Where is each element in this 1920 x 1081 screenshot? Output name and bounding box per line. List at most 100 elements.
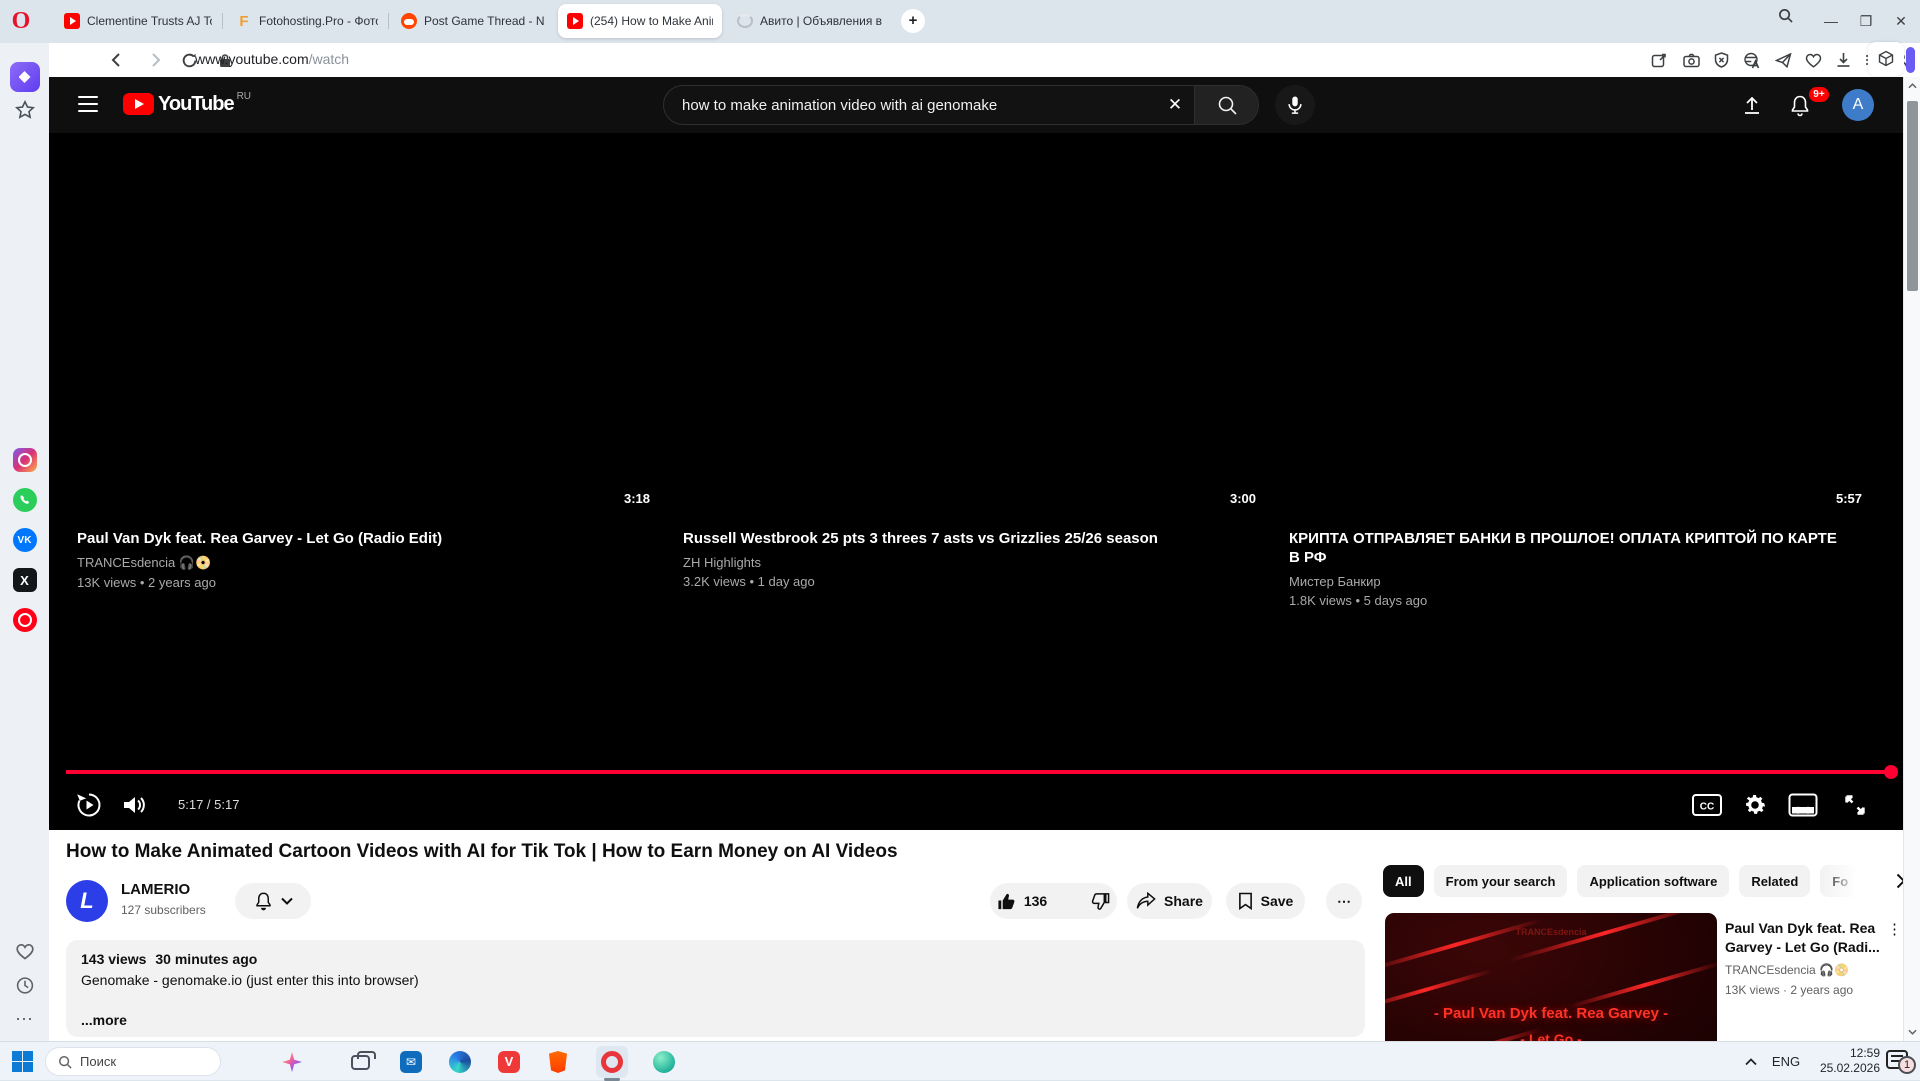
- subscribed-bell-button[interactable]: [235, 883, 311, 919]
- taskbar-search[interactable]: Поиск: [45, 1047, 221, 1076]
- endscreen-title[interactable]: КРИПТА ОТПРАВЛЯЕТ БАНКИ В ПРОШЛОЕ! ОПЛАТ…: [1289, 529, 1849, 567]
- cube-extension-icon[interactable]: [1868, 42, 1904, 76]
- close-button[interactable]: ✕: [1888, 8, 1914, 34]
- copilot-icon[interactable]: [280, 1050, 304, 1074]
- account-avatar[interactable]: A: [1842, 89, 1874, 121]
- x-icon[interactable]: X: [13, 568, 37, 592]
- vk-icon[interactable]: VK: [13, 528, 37, 552]
- chip-all[interactable]: All: [1383, 865, 1424, 897]
- maximize-button[interactable]: ❒: [1853, 8, 1879, 34]
- new-tab-button[interactable]: +: [901, 9, 925, 33]
- endscreen-thumbnail[interactable]: 3:00: [683, 186, 1268, 515]
- clear-search-icon[interactable]: ✕: [1156, 86, 1194, 124]
- tab-1[interactable]: Clementine Trusts AJ To M: [55, 4, 221, 38]
- tab-3[interactable]: Post Game Thread - NBA:: [392, 4, 554, 38]
- endscreen-thumbnail[interactable]: 5:57: [1289, 186, 1874, 515]
- notifications-bell-icon[interactable]: [1789, 94, 1811, 117]
- chip-related[interactable]: Related: [1739, 865, 1810, 897]
- like-button[interactable]: 136: [983, 883, 1061, 919]
- endscreen-title[interactable]: Russell Westbrook 25 pts 3 threes 7 asts…: [683, 529, 1243, 548]
- dislike-button[interactable]: [1077, 883, 1124, 919]
- url-text[interactable]: www.youtube.com/watch: [195, 51, 349, 67]
- sidebar-panel-indicator[interactable]: [1906, 47, 1915, 73]
- edit-icon[interactable]: [1647, 48, 1671, 72]
- fullscreen-icon[interactable]: [1835, 785, 1875, 825]
- chip-application-software[interactable]: Application software: [1577, 865, 1729, 897]
- camera-icon[interactable]: [1679, 48, 1703, 72]
- tab-2[interactable]: F Fotohosting.Pro - Фотохо: [227, 4, 387, 38]
- home-icon[interactable]: [10, 62, 40, 92]
- back-icon[interactable]: [105, 48, 129, 72]
- download-icon[interactable]: [1831, 48, 1855, 72]
- tab-5[interactable]: Авито | Объявления в Са: [728, 4, 894, 38]
- mic-icon[interactable]: [1275, 85, 1315, 125]
- related-video-menu-icon[interactable]: ⋮: [1887, 920, 1903, 938]
- whatsapp-icon[interactable]: [13, 488, 37, 512]
- chip-from-your-search[interactable]: From your search: [1434, 865, 1568, 897]
- endscreen-channel[interactable]: Мистер Банкир: [1289, 574, 1874, 589]
- brave-icon[interactable]: [546, 1050, 570, 1074]
- shield-x-icon[interactable]: [1709, 48, 1733, 72]
- url-host: www.youtube.com: [195, 51, 309, 67]
- translate-icon[interactable]: [1739, 48, 1763, 72]
- save-button[interactable]: Save: [1226, 883, 1305, 919]
- more-actions-button[interactable]: ⋯: [1326, 883, 1362, 919]
- endscreen-card-3[interactable]: 5:57 КРИПТА ОТПРАВЛЯЕТ БАНКИ В ПРОШЛОЕ! …: [1289, 186, 1874, 608]
- minimize-button[interactable]: —: [1818, 8, 1844, 34]
- vivaldi-icon[interactable]: V: [497, 1050, 521, 1074]
- heart-icon[interactable]: [1801, 48, 1825, 72]
- hamburger-menu-icon[interactable]: [78, 96, 98, 112]
- scrubber-dot[interactable]: [1884, 765, 1898, 779]
- youtube-music-icon[interactable]: [13, 608, 37, 632]
- progress-bar[interactable]: [66, 770, 1892, 774]
- scroll-up-icon[interactable]: [1904, 77, 1920, 95]
- chips-next-arrow-icon[interactable]: [1887, 867, 1903, 895]
- outlook-icon[interactable]: ✉: [399, 1050, 423, 1074]
- star-icon[interactable]: [15, 100, 35, 120]
- instagram-icon[interactable]: [13, 448, 37, 472]
- youtube-logo[interactable]: YouTube RU: [123, 93, 251, 116]
- related-video-title[interactable]: Paul Van Dyk feat. Rea Garvey - Let Go (…: [1725, 919, 1883, 957]
- start-button[interactable]: [12, 1051, 33, 1072]
- subtitles-cc-button[interactable]: CC: [1687, 785, 1727, 825]
- miniplayer-icon[interactable]: ><: [1783, 785, 1823, 825]
- more-icon[interactable]: ⋯: [15, 1009, 34, 1030]
- endscreen-card-2[interactable]: 3:00 Russell Westbrook 25 pts 3 threes 7…: [683, 186, 1268, 589]
- description-box[interactable]: 143 views 30 minutes ago Genomake - geno…: [66, 940, 1365, 1037]
- volume-icon[interactable]: [117, 785, 153, 825]
- opera-taskbar-icon[interactable]: [600, 1050, 624, 1074]
- show-more-link[interactable]: ...more: [81, 1012, 127, 1028]
- task-view-icon[interactable]: [348, 1050, 372, 1074]
- forward-icon[interactable]: [143, 48, 167, 72]
- upload-icon[interactable]: [1741, 94, 1763, 116]
- related-video-channel[interactable]: TRANCEsdencia 🎧📀: [1725, 963, 1885, 977]
- edge-icon[interactable]: [448, 1050, 472, 1074]
- scrollbar-thumb[interactable]: [1907, 101, 1918, 291]
- endscreen-card-1[interactable]: 3:18 Paul Van Dyk feat. Rea Garvey - Let…: [77, 186, 662, 590]
- teal-app-icon[interactable]: [652, 1050, 676, 1074]
- send-icon[interactable]: [1771, 48, 1795, 72]
- window-search-icon[interactable]: [1778, 8, 1804, 34]
- search-input[interactable]: [664, 97, 1156, 114]
- taskbar-clock[interactable]: 12:59 25.02.2026: [1804, 1046, 1880, 1076]
- opera-menu-button[interactable]: O: [8, 8, 34, 34]
- scroll-down-icon[interactable]: [1904, 1023, 1920, 1041]
- channel-name[interactable]: LAMERIO: [121, 881, 190, 898]
- favorites-heart-icon[interactable]: [15, 943, 34, 960]
- page-scrollbar[interactable]: [1903, 77, 1920, 1041]
- endscreen-title[interactable]: Paul Van Dyk feat. Rea Garvey - Let Go (…: [77, 529, 637, 548]
- search-button[interactable]: [1194, 86, 1258, 124]
- settings-gear-icon[interactable]: [1735, 785, 1775, 825]
- history-icon[interactable]: [15, 976, 34, 995]
- channel-avatar[interactable]: L: [66, 880, 108, 922]
- language-indicator[interactable]: ENG: [1768, 1042, 1804, 1081]
- replay-button[interactable]: [71, 785, 107, 825]
- endscreen-thumbnail[interactable]: 3:18: [77, 186, 662, 515]
- endscreen-channel[interactable]: ZH Highlights: [683, 555, 1268, 570]
- share-button[interactable]: Share: [1127, 883, 1212, 919]
- related-video-thumbnail[interactable]: TRANCEsdencia - Paul Van Dyk feat. Rea G…: [1385, 913, 1717, 1041]
- tab-4-active[interactable]: (254) How to Make Anima: [558, 4, 722, 38]
- tray-expand-icon[interactable]: [1738, 1042, 1764, 1081]
- video-player[interactable]: 3:18 Paul Van Dyk feat. Rea Garvey - Let…: [49, 133, 1903, 830]
- endscreen-channel[interactable]: TRANCEsdencia 🎧📀: [77, 555, 662, 571]
